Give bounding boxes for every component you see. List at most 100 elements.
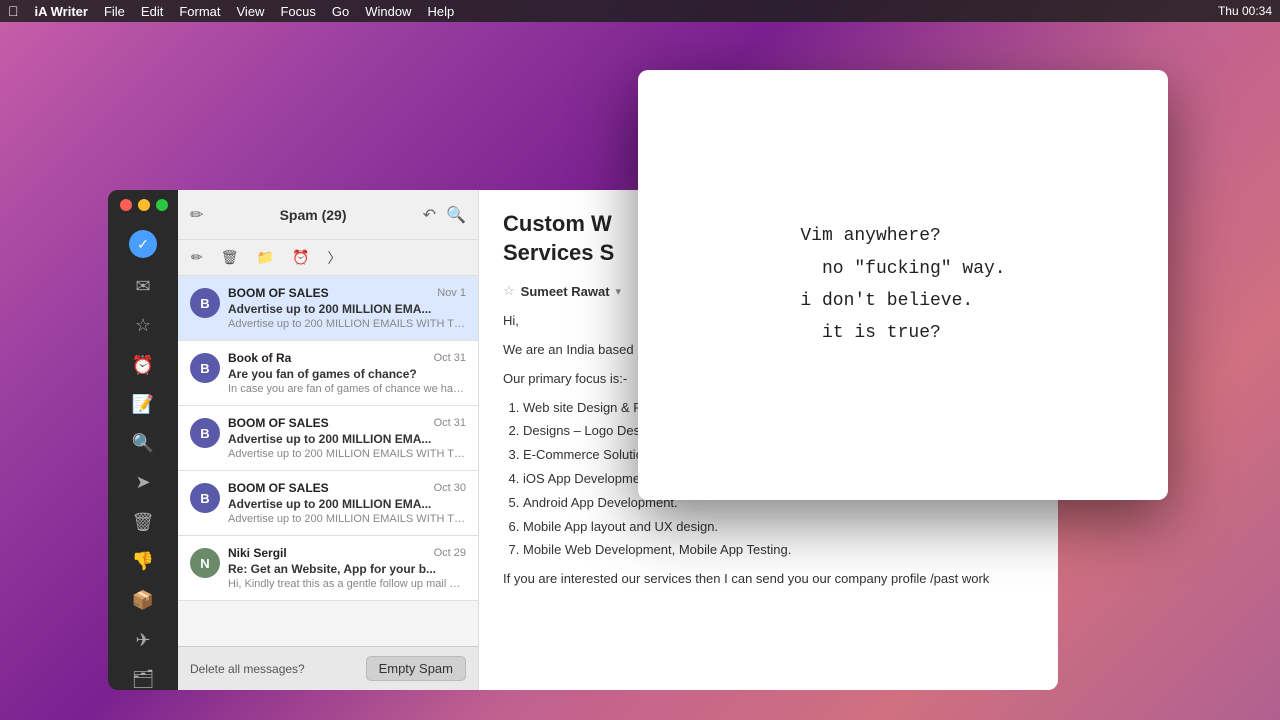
- email-date: Oct 29: [434, 547, 466, 559]
- email-item-content: Book of Ra Oct 31 Are you fan of games o…: [228, 351, 466, 395]
- compose-icon[interactable]: ✏: [190, 205, 203, 225]
- email-paragraph3: If you are interested our services then …: [503, 569, 1034, 590]
- email-sender: Book of Ra: [228, 351, 291, 365]
- menu-edit[interactable]: Edit: [141, 4, 163, 19]
- menu-go[interactable]: Go: [332, 4, 349, 19]
- email-list: B BOOM OF SALES Nov 1 Advertise up to 20…: [178, 276, 478, 646]
- email-subject: Advertise up to 200 MILLION EMA...: [228, 497, 466, 511]
- avatar: B: [190, 483, 220, 513]
- email-header-row: BOOM OF SALES Oct 30: [228, 481, 466, 495]
- sidebar-item-notes[interactable]: 📝: [129, 394, 157, 415]
- sidebar-item-mail[interactable]: ✉: [129, 276, 157, 297]
- email-item-content: BOOM OF SALES Oct 30 Advertise up to 200…: [228, 481, 466, 525]
- email-subject: Advertise up to 200 MILLION EMA...: [228, 302, 466, 316]
- sidebar-item-inbox[interactable]: ✓: [129, 230, 157, 258]
- email-panel: ✏ Spam (29) ↶ 🔍 ✏ 🗑 📁 ⏰ 〉 B BOOM OF SALE…: [178, 190, 478, 690]
- email-item-content: BOOM OF SALES Oct 31 Advertise up to 200…: [228, 416, 466, 460]
- sidebar-item-folders[interactable]: 🗂: [129, 669, 157, 690]
- avatar: N: [190, 548, 220, 578]
- writer-line-1: Vim anywhere?: [800, 220, 1005, 252]
- email-item-content: BOOM OF SALES Nov 1 Advertise up to 200 …: [228, 286, 466, 330]
- email-date: Nov 1: [437, 287, 466, 299]
- traffic-lights: [108, 190, 178, 220]
- email-bottom-bar: Delete all messages? Empty Spam: [178, 646, 478, 690]
- email-sender: Niki Sergil: [228, 546, 287, 560]
- back-icon[interactable]: ↶: [423, 205, 436, 225]
- sidebar-item-search[interactable]: 🔍: [129, 433, 157, 454]
- email-subject: Re: Get an Website, App for your b...: [228, 562, 466, 576]
- menu-format[interactable]: Format: [179, 4, 220, 19]
- email-item[interactable]: B BOOM OF SALES Nov 1 Advertise up to 20…: [178, 276, 478, 341]
- spam-folder-title: Spam (29): [280, 207, 347, 223]
- sidebar-item-sent[interactable]: ➤: [129, 472, 157, 493]
- menu-window[interactable]: Window: [365, 4, 411, 19]
- menu-focus[interactable]: Focus: [280, 4, 315, 19]
- empty-spam-button[interactable]: Empty Spam: [366, 656, 466, 681]
- email-sender: BOOM OF SALES: [228, 286, 329, 300]
- toolbar-flag-icon[interactable]: ⏰: [287, 246, 314, 269]
- toolbar-compose-icon[interactable]: ✏: [186, 246, 208, 269]
- sidebar-item-reminders[interactable]: ⏰: [129, 355, 157, 376]
- email-item[interactable]: B BOOM OF SALES Oct 31 Advertise up to 2…: [178, 406, 478, 471]
- email-preview: Advertise up to 200 MILLION EMAILS WITH …: [228, 318, 466, 330]
- search-icon[interactable]: 🔍: [446, 205, 466, 225]
- menu-view[interactable]: View: [237, 4, 265, 19]
- avatar: B: [190, 288, 220, 318]
- email-header-row: BOOM OF SALES Nov 1: [228, 286, 466, 300]
- fullscreen-button[interactable]: [156, 199, 168, 211]
- toolbar-delete-icon[interactable]: 🗑: [216, 246, 244, 269]
- email-date: Oct 31: [434, 352, 466, 364]
- email-preview: Hi, Kindly treat this as a gentle follow…: [228, 578, 466, 590]
- sidebar-item-spam[interactable]: 👎: [129, 551, 157, 572]
- header-icons: ↶ 🔍: [423, 205, 466, 225]
- writer-line-4: it is true?: [800, 317, 1005, 349]
- email-subject: Advertise up to 200 MILLION EMA...: [228, 432, 466, 446]
- avatar: B: [190, 418, 220, 448]
- toolbar-forward-icon[interactable]: 〉: [322, 245, 346, 271]
- menubar:  iA Writer File Edit Format View Focus …: [0, 0, 1280, 22]
- list-item: Mobile Web Development, Mobile App Testi…: [523, 540, 1034, 561]
- menu-time: Thu 00:34: [1218, 4, 1272, 18]
- checkmark-icon: ✓: [129, 230, 157, 258]
- writer-popup: Vim anywhere? no "fucking" way. i don't …: [638, 70, 1168, 500]
- toolbar-folder-icon[interactable]: 📁: [252, 246, 279, 269]
- writer-line-2: no "fucking" way.: [800, 253, 1005, 285]
- apple-menu[interactable]: : [8, 3, 19, 19]
- email-preview: In case you are fan of games of chance w…: [228, 383, 466, 395]
- email-item[interactable]: B Book of Ra Oct 31 Are you fan of games…: [178, 341, 478, 406]
- email-header-row: Book of Ra Oct 31: [228, 351, 466, 365]
- email-sender: BOOM OF SALES: [228, 481, 329, 495]
- sidebar: ✓ ✉ ☆ ⏰ 📝 🔍 ➤ 🗑 👎 📦 ✈ 🗂: [108, 190, 178, 690]
- star-icon[interactable]: ☆: [503, 283, 515, 299]
- menu-file[interactable]: File: [104, 4, 125, 19]
- close-button[interactable]: [120, 199, 132, 211]
- email-subject: Are you fan of games of chance?: [228, 367, 466, 381]
- sidebar-item-star[interactable]: ☆: [129, 315, 157, 336]
- app-name[interactable]: iA Writer: [35, 4, 88, 19]
- email-date: Oct 31: [434, 417, 466, 429]
- menubar-left:  iA Writer File Edit Format View Focus …: [8, 3, 454, 19]
- email-toolbar: ✏ 🗑 📁 ⏰ 〉: [178, 240, 478, 276]
- email-header-row: Niki Sergil Oct 29: [228, 546, 466, 560]
- delete-all-button[interactable]: Delete all messages?: [190, 662, 305, 676]
- email-panel-header: ✏ Spam (29) ↶ 🔍: [178, 190, 478, 240]
- email-item-content: Niki Sergil Oct 29 Re: Get an Website, A…: [228, 546, 466, 590]
- email-date: Oct 30: [434, 482, 466, 494]
- email-item[interactable]: N Niki Sergil Oct 29 Re: Get an Website,…: [178, 536, 478, 601]
- email-preview: Advertise up to 200 MILLION EMAILS WITH …: [228, 513, 466, 525]
- email-item[interactable]: B BOOM OF SALES Oct 30 Advertise up to 2…: [178, 471, 478, 536]
- writer-line-3: i don't believe.: [800, 285, 1005, 317]
- sidebar-item-trash[interactable]: 🗑: [129, 512, 157, 533]
- sidebar-item-archive[interactable]: 📦: [129, 590, 157, 611]
- menubar-right: Thu 00:34: [1218, 4, 1272, 18]
- menu-help[interactable]: Help: [427, 4, 454, 19]
- email-header-row: BOOM OF SALES Oct 31: [228, 416, 466, 430]
- chevron-down-icon[interactable]: ▾: [616, 285, 622, 298]
- writer-content: Vim anywhere? no "fucking" way. i don't …: [800, 220, 1005, 350]
- list-item: Mobile App layout and UX design.: [523, 517, 1034, 538]
- sender-name: Sumeet Rawat: [521, 284, 610, 299]
- minimize-button[interactable]: [138, 199, 150, 211]
- avatar: B: [190, 353, 220, 383]
- sidebar-item-outbox[interactable]: ✈: [129, 629, 157, 650]
- email-sender: BOOM OF SALES: [228, 416, 329, 430]
